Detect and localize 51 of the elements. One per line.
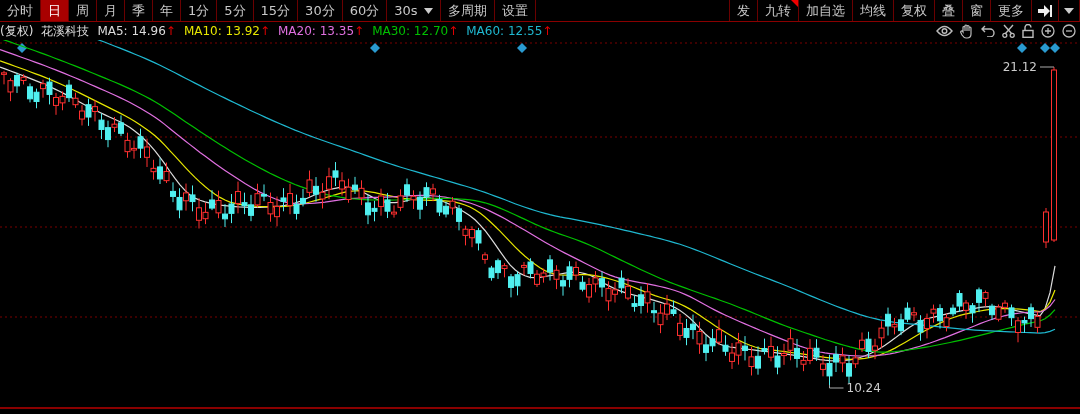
- up-arrow: ↑: [354, 24, 365, 38]
- period-tab[interactable]: 15分: [253, 0, 299, 21]
- toolbar-button[interactable]: 均线: [853, 0, 894, 21]
- period-tab[interactable]: 30分: [298, 0, 343, 21]
- period-tab[interactable]: 年: [153, 0, 181, 21]
- low-price-label: 10.24: [846, 381, 881, 395]
- period-tab[interactable]: 设置: [494, 0, 536, 21]
- period-tab[interactable]: 5分: [217, 0, 254, 21]
- toolbar-button[interactable]: 加自选: [799, 0, 853, 21]
- up-arrow: ↑: [259, 24, 270, 38]
- leader-line: [829, 384, 844, 389]
- up-arrow: ↑: [165, 24, 176, 38]
- up-arrow: ↑: [542, 24, 553, 38]
- eye-icon[interactable]: [936, 25, 953, 37]
- toolbar-button[interactable]: 更多: [991, 0, 1032, 21]
- period-tab[interactable]: 多周期: [440, 0, 495, 21]
- moving-average-value: MA60: 12.55: [466, 24, 543, 38]
- moving-average-value: MA10: 13.92: [183, 24, 260, 38]
- period-tab[interactable]: 周: [69, 0, 97, 21]
- moving-average-value: MA5: 14.96: [97, 24, 166, 38]
- up-arrow: ↑: [448, 24, 459, 38]
- adjust-label: (复权): [0, 22, 34, 40]
- toolbar-button[interactable]: 复权: [894, 0, 935, 21]
- zoom-in-icon[interactable]: [1041, 24, 1055, 38]
- toolbar-button[interactable]: 窗: [963, 0, 991, 21]
- diamond-marker[interactable]: [517, 43, 527, 53]
- period-tab[interactable]: 月: [97, 0, 125, 21]
- caret-icon: [423, 7, 433, 14]
- diamond-marker[interactable]: [1017, 43, 1027, 53]
- toolbar-button[interactable]: 九转: [758, 0, 799, 21]
- undo-icon[interactable]: [981, 25, 995, 37]
- zoom-out-icon[interactable]: [1062, 24, 1076, 38]
- diamond-marker[interactable]: [370, 43, 380, 53]
- period-tab[interactable]: 60分: [342, 0, 388, 21]
- leader-line: [1039, 66, 1055, 68]
- scissors-icon[interactable]: [1002, 24, 1015, 38]
- period-tab[interactable]: 1分: [181, 0, 218, 21]
- toolbar-button[interactable]: 叠: [935, 0, 963, 21]
- period-tab[interactable]: 日: [41, 0, 69, 21]
- moving-average-value: MA20: 13.35: [278, 24, 355, 38]
- high-price-label: 21.12: [1002, 60, 1037, 74]
- moving-average-value: MA30: 12.70: [372, 24, 449, 38]
- diamond-marker[interactable]: [17, 43, 27, 53]
- period-dropdown[interactable]: 30s: [387, 0, 441, 21]
- diamond-marker[interactable]: [1050, 43, 1060, 53]
- diamond-marker[interactable]: [1040, 43, 1050, 53]
- toolbar-button[interactable]: 发: [730, 0, 758, 21]
- lock-icon[interactable]: [1022, 24, 1034, 38]
- period-tab[interactable]: 季: [125, 0, 153, 21]
- hand-icon[interactable]: [960, 23, 974, 39]
- stock-name: 花溪科技: [41, 22, 90, 40]
